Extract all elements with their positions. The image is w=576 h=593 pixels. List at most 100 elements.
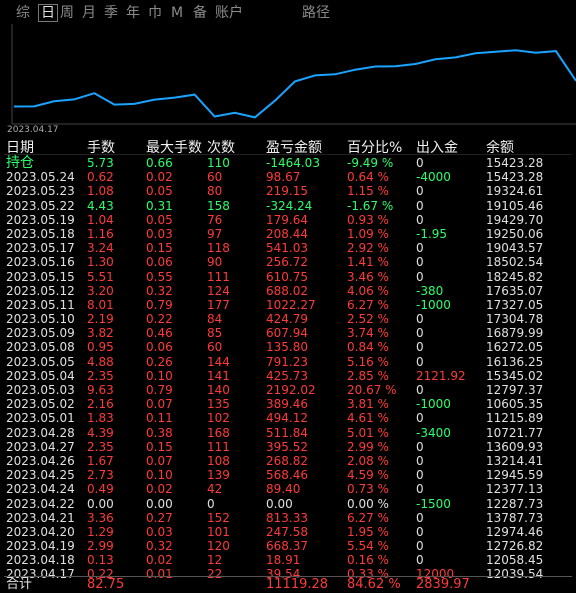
table-row[interactable]: 2023.05.05 4.88 0.26 144 791.23 5.16 % 0 16136.… <box>0 355 576 369</box>
row-pnl: 98.67 <box>266 170 301 185</box>
table-row[interactable]: 2023.05.01 1.83 0.11 102 494.12 4.61 % 0 11215.… <box>0 411 576 425</box>
tab-account[interactable]: 账户 <box>215 5 243 21</box>
row-lots: 4.88 <box>87 354 114 369</box>
row-pnl: 494.12 <box>266 411 308 426</box>
row-balance: 17304.78 <box>486 312 544 327</box>
table-row[interactable]: 2023.05.16 1.30 0.06 90 256.72 1.41 % 0 18502.5… <box>0 255 576 269</box>
row-percent: 2.08 % <box>347 453 389 468</box>
row-max-lots: 0.07 <box>146 397 173 412</box>
row-lots: 2.19 <box>87 312 114 327</box>
row-lots: 4.43 <box>87 198 114 213</box>
row-date: 2023.05.24 <box>6 170 75 185</box>
table-row[interactable]: 2023.04.22 0.00 0.00 0 0.00 0.00 % -1500 12287.… <box>0 497 576 511</box>
row-pnl: 179.64 <box>266 212 308 227</box>
row-pnl: -324.24 <box>266 198 313 213</box>
tab-custom[interactable]: 巾 <box>148 5 162 21</box>
table-row[interactable]: 2023.05.15 5.51 0.55 111 610.75 3.46 % 0 18245.… <box>0 270 576 284</box>
row-pnl: 813.33 <box>266 510 308 525</box>
tab-month[interactable]: 月 <box>82 5 96 21</box>
row-count: 110 <box>207 156 230 170</box>
row-cash-flow: 0 <box>416 553 424 568</box>
table-row[interactable]: 2023.04.18 0.13 0.02 12 18.91 0.16 % 0 12058.45 <box>0 553 576 567</box>
table-row[interactable]: 2023.05.17 3.24 0.15 118 541.03 2.92 % 0 19043.… <box>0 241 576 255</box>
row-count: 84 <box>207 312 223 327</box>
row-count: 111 <box>207 439 230 454</box>
row-balance: 15345.02 <box>486 368 544 383</box>
table-row[interactable]: 2023.04.25 2.73 0.10 139 568.46 4.59 % 0 12945.… <box>0 468 576 482</box>
table-row[interactable]: 2023.04.21 3.36 0.27 152 813.33 6.27 % 0 13787.… <box>0 511 576 525</box>
header-divider <box>4 154 572 155</box>
tab-season[interactable]: 季 <box>104 5 118 21</box>
row-lots: 1.30 <box>87 255 114 270</box>
row-pnl: 395.52 <box>266 439 308 454</box>
tab-m[interactable]: M <box>171 5 183 21</box>
row-lots: 1.08 <box>87 184 114 199</box>
table-row[interactable]: 2023.05.18 1.16 0.03 97 208.44 1.09 % -1.95 192… <box>0 227 576 241</box>
row-max-lots: 0.55 <box>146 269 173 284</box>
row-pnl: 610.75 <box>266 269 308 284</box>
row-cash-flow: 0 <box>416 312 424 327</box>
row-pnl: 268.82 <box>266 453 308 468</box>
row-balance: 16879.99 <box>486 326 544 341</box>
row-balance: 16136.25 <box>486 354 544 369</box>
total-label: 合计 <box>6 577 33 592</box>
row-cash-flow: 0 <box>416 383 424 397</box>
table-row[interactable]: 2023.04.24 0.49 0.02 42 89.40 0.73 % 0 12377.13 <box>0 482 576 496</box>
row-date: 2023.04.19 <box>6 539 75 554</box>
row-balance: 19043.57 <box>486 241 544 256</box>
table-row[interactable]: 2023.05.19 1.04 0.05 76 179.64 0.93 % 0 19429.7… <box>0 213 576 227</box>
row-date: 2023.04.18 <box>6 553 75 568</box>
row-percent: 2.52 % <box>347 312 389 327</box>
row-pnl: 668.37 <box>266 539 308 554</box>
row-percent: 2.92 % <box>347 241 389 256</box>
row-percent: -1.67 % <box>347 198 394 213</box>
row-cash-flow: -1500 <box>416 496 451 511</box>
row-count: 0 <box>207 496 215 511</box>
row-balance: 12377.13 <box>486 482 544 497</box>
row-cash-flow: -4000 <box>416 170 451 185</box>
table-row[interactable]: 2023.05.22 4.43 0.31 158 -324.24 -1.67 % 0 1910… <box>0 199 576 213</box>
row-balance: 18502.54 <box>486 255 544 270</box>
table-row[interactable]: 2023.05.12 3.20 0.32 124 688.02 4.06 % -380 176… <box>0 284 576 298</box>
row-cash-flow: 0 <box>416 184 424 199</box>
tab-day[interactable]: 日 <box>38 4 58 22</box>
tab-backup[interactable]: 备 <box>193 5 207 21</box>
table-row[interactable]: 2023.05.10 2.19 0.22 84 424.79 2.52 % 0 17304.7… <box>0 312 576 326</box>
row-max-lots: 0.10 <box>146 368 173 383</box>
row-date: 2023.04.28 <box>6 425 75 440</box>
balance-line <box>13 49 576 119</box>
row-pnl: 568.46 <box>266 468 308 483</box>
table-row[interactable]: 2023.05.11 8.01 0.79 177 1022.27 6.27 % -1000 1… <box>0 298 576 312</box>
table-row[interactable]: 2023.05.04 2.35 0.10 141 425.73 2.85 % 2121.92… <box>0 369 576 383</box>
row-max-lots: 0.79 <box>146 383 173 397</box>
row-cash-flow: 0 <box>416 340 424 355</box>
tab-week[interactable]: 周 <box>60 5 74 21</box>
row-count: 118 <box>207 241 230 256</box>
tab-path[interactable]: 路径 <box>302 5 330 21</box>
table-row[interactable]: 2023.05.09 3.82 0.46 85 607.94 3.74 % 0 16879.9… <box>0 326 576 340</box>
row-lots: 3.82 <box>87 326 114 341</box>
row-cash-flow: 0 <box>416 354 424 369</box>
row-lots: 1.04 <box>87 212 114 227</box>
row-balance: 19250.06 <box>486 226 544 241</box>
holding-row[interactable]: 持仓 5.73 0.66 110 -1464.03 -9.49 % 0 15423.28 <box>0 156 576 170</box>
row-lots: 0.62 <box>87 170 114 185</box>
row-lots: 2.16 <box>87 397 114 412</box>
row-cash-flow: 0 <box>416 269 424 284</box>
table-row[interactable]: 2023.05.23 1.08 0.05 80 219.15 1.15 % 0 19324.6… <box>0 184 576 198</box>
table-row[interactable]: 2023.04.27 2.35 0.15 111 395.52 2.99 % 0 13609.… <box>0 440 576 454</box>
table-row[interactable]: 2023.05.24 0.62 0.02 60 98.67 0.64 % -4000 1542… <box>0 170 576 184</box>
table-row[interactable]: 2023.05.08 0.95 0.06 60 135.80 0.84 % 0 16272.0… <box>0 340 576 354</box>
row-pnl: 208.44 <box>266 226 308 241</box>
tab-year[interactable]: 年 <box>126 5 140 21</box>
row-percent: 1.09 % <box>347 226 389 241</box>
table-row[interactable]: 2023.04.20 1.29 0.03 101 247.58 1.95 % 0 12974.… <box>0 525 576 539</box>
table-row[interactable]: 2023.04.28 4.39 0.38 168 511.84 5.01 % -3400 10… <box>0 426 576 440</box>
tab-summary[interactable]: 综 <box>16 5 30 21</box>
table-row[interactable]: 2023.04.19 2.99 0.32 120 668.37 5.54 % 0 12726.… <box>0 539 576 553</box>
table-row[interactable]: 2023.04.26 1.67 0.07 108 268.82 2.08 % 0 13214.… <box>0 454 576 468</box>
row-balance: 13609.93 <box>486 439 544 454</box>
table-row[interactable]: 2023.05.02 2.16 0.07 135 389.46 3.81 % -1000 10… <box>0 397 576 411</box>
row-percent: 0.64 % <box>347 170 389 185</box>
table-row[interactable]: 2023.05.03 9.63 0.79 140 2192.02 20.67 % 0 1279… <box>0 383 576 397</box>
